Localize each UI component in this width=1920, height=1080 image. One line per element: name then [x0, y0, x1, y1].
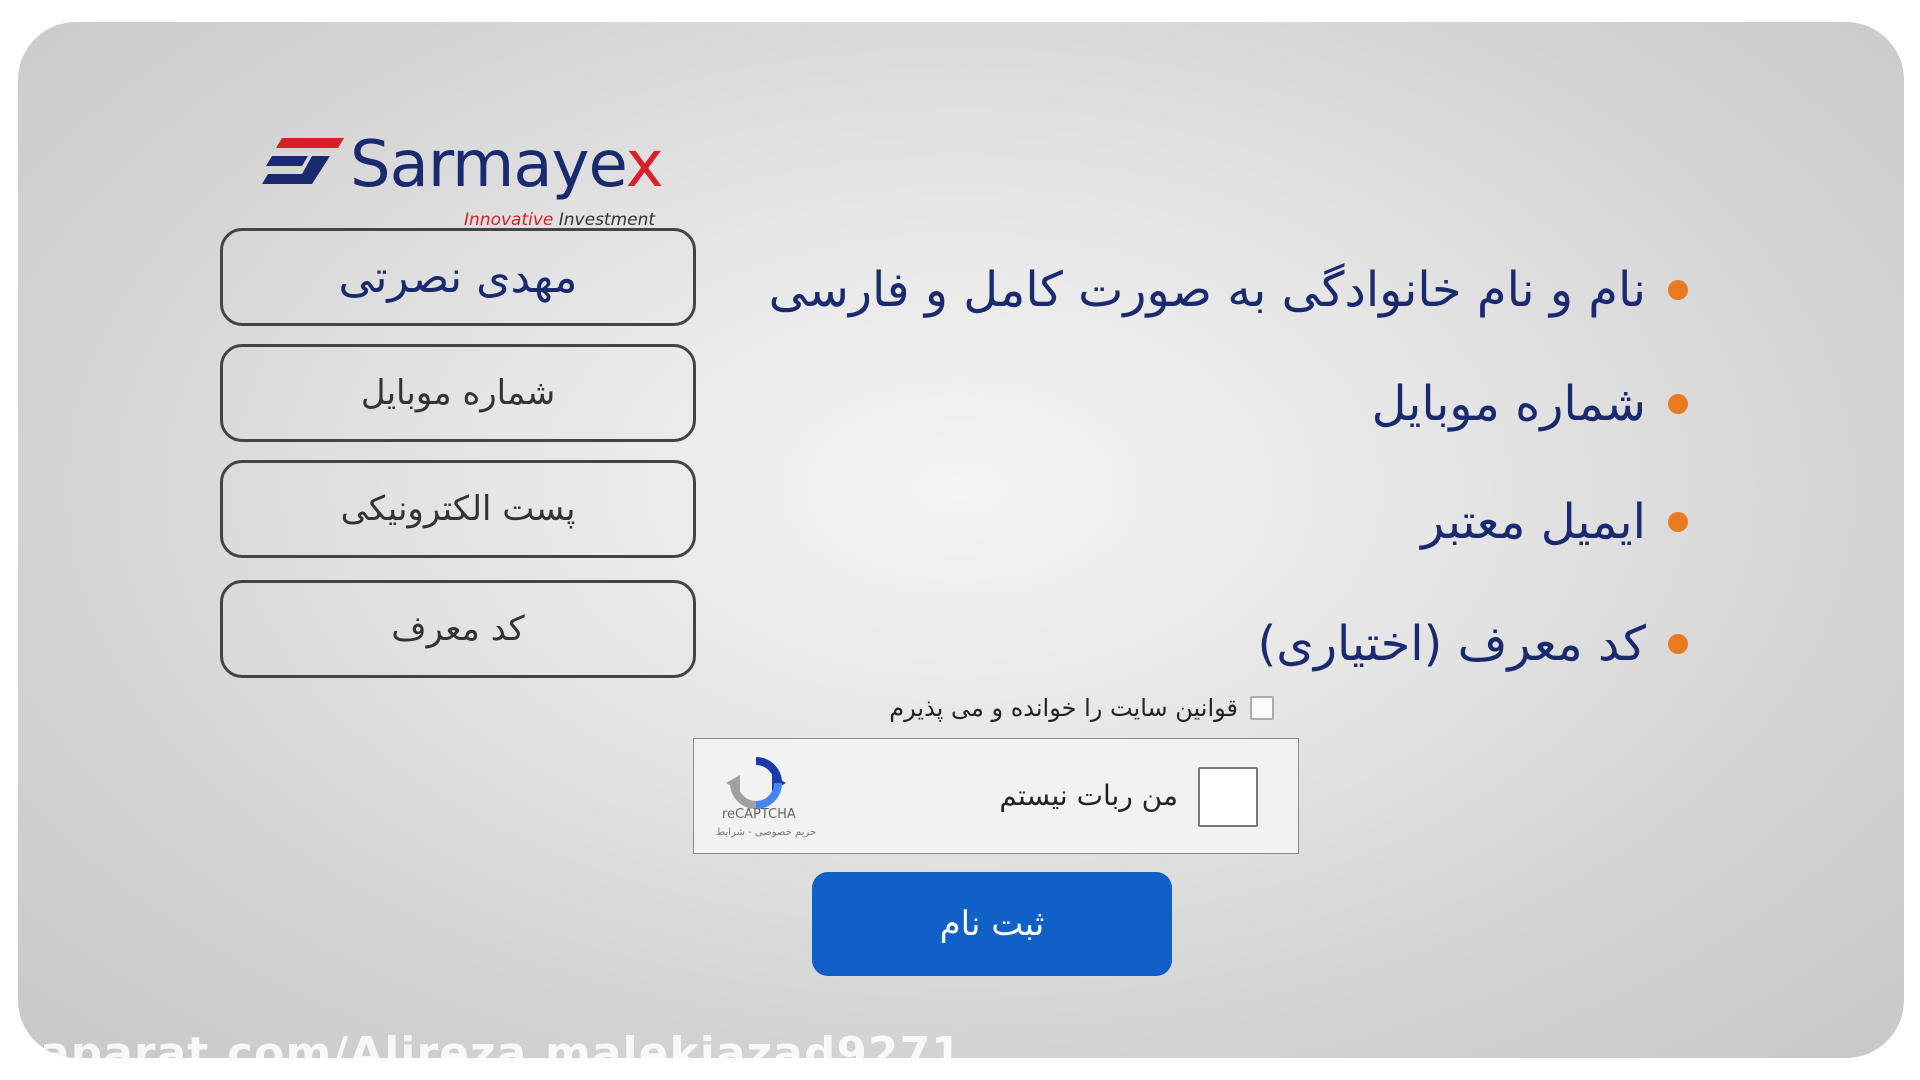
requirement-email: ایمیل معتبر	[1421, 494, 1688, 550]
mobile-input[interactable]: شماره موبایل	[220, 344, 696, 442]
requirement-full-name: نام و نام خانوادگی به صورت کامل و فارسی	[769, 262, 1688, 318]
bullet-dot-icon	[1668, 280, 1688, 300]
logo-tagline: Innovative Investment	[464, 210, 656, 230]
email-input[interactable]: پست الکترونیکی	[220, 460, 696, 558]
full-name-value: مهدی نصرتی	[338, 251, 578, 303]
sarmayex-logo-mark-icon	[262, 138, 344, 184]
bullet-dot-icon	[1668, 512, 1688, 532]
terms-checkbox[interactable]	[1250, 696, 1274, 720]
email-placeholder: پست الکترونیکی	[340, 489, 576, 529]
recaptcha-brand: reCAPTCHA	[722, 807, 796, 822]
recaptcha-logo-icon	[726, 757, 786, 809]
requirement-mobile: شماره موبایل	[1372, 376, 1688, 432]
requirement-referral: کد معرف (اختیاری)	[1258, 616, 1688, 672]
aparat-watermark: aparat.com/Alireza.malekiazad9271	[40, 1028, 963, 1058]
logo-wordmark: Sarmayex	[350, 128, 664, 202]
mobile-placeholder: شماره موبایل	[360, 373, 556, 413]
sarmayex-logo: Sarmayex Innovative Investment	[246, 114, 666, 234]
terms-label: قوانین سایت را خوانده و می پذیرم	[889, 694, 1238, 722]
referral-placeholder: کد معرف	[391, 609, 525, 649]
recaptcha-label: من ربات نیستم	[999, 779, 1178, 812]
recaptcha-widget: من ربات نیستم reCAPTCHA حریم خصوصی - شرا…	[693, 738, 1299, 854]
bullet-dot-icon	[1668, 634, 1688, 654]
full-name-input[interactable]: مهدی نصرتی	[220, 228, 696, 326]
recaptcha-links[interactable]: حریم خصوصی - شرایط	[716, 827, 816, 838]
presentation-frame: Sarmayex Innovative Investment مهدی نصرت…	[18, 22, 1904, 1058]
register-button[interactable]: ثبت نام	[812, 872, 1172, 976]
terms-agreement[interactable]: قوانین سایت را خوانده و می پذیرم	[858, 694, 1274, 722]
recaptcha-checkbox[interactable]	[1198, 767, 1258, 827]
bullet-dot-icon	[1668, 394, 1688, 414]
referral-code-input[interactable]: کد معرف	[220, 580, 696, 678]
